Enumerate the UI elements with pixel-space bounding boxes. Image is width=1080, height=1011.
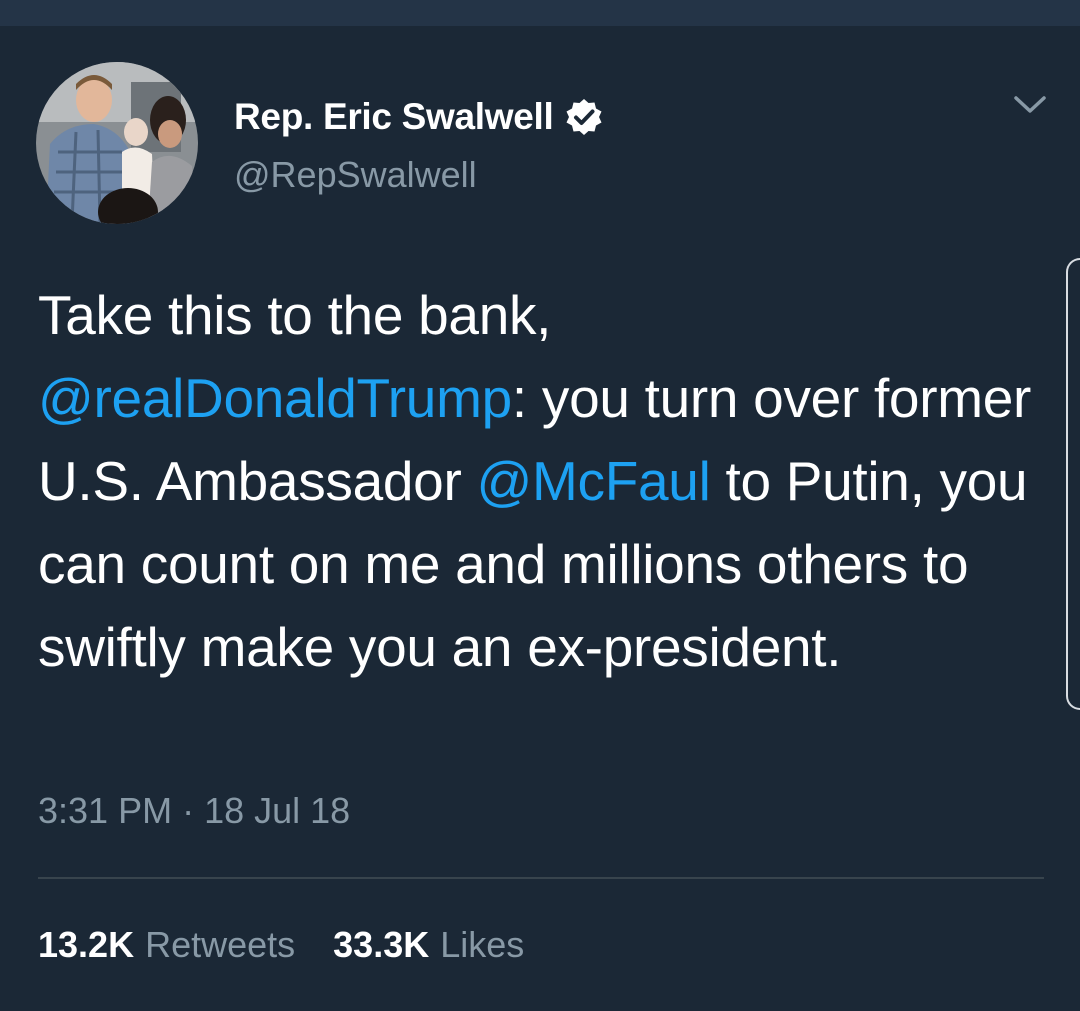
- tweet-stats: 13.2K Retweets 33.3K Likes: [38, 924, 524, 966]
- likes-count: 33.3K: [333, 924, 430, 965]
- retweets-count: 13.2K: [38, 924, 135, 965]
- author-handle[interactable]: @RepSwalwell: [234, 154, 477, 196]
- status-bar: [0, 0, 1080, 26]
- avatar[interactable]: [36, 62, 198, 224]
- likes-label: Likes: [440, 924, 525, 965]
- author-display-name[interactable]: Rep. Eric Swalwell: [234, 96, 554, 138]
- edge-panel-handle[interactable]: [1066, 258, 1080, 710]
- retweets-label: Retweets: [145, 924, 296, 965]
- chevron-down-icon[interactable]: [1008, 88, 1052, 122]
- timestamp-separator: ·: [182, 790, 195, 831]
- tweet-time: 3:31 PM: [38, 790, 173, 831]
- mention-link[interactable]: @McFaul: [476, 450, 710, 512]
- tweet-detail: Rep. Eric Swalwell @RepSwalwell Take thi…: [0, 26, 1080, 1011]
- tweet-text: Take this to the bank, @realDonaldTrump:…: [38, 274, 1048, 689]
- author-name-row[interactable]: Rep. Eric Swalwell: [234, 94, 604, 140]
- tweet-text-segment: Take this to the bank,: [38, 284, 552, 346]
- tweet-date: 18 Jul 18: [204, 790, 351, 831]
- retweets-stat[interactable]: 13.2K Retweets: [38, 924, 295, 966]
- likes-stat[interactable]: 33.3K Likes: [333, 924, 524, 966]
- divider: [38, 877, 1044, 879]
- verified-badge-icon: [564, 97, 604, 137]
- mention-link[interactable]: @realDonaldTrump: [38, 367, 512, 429]
- tweet-timestamp: 3:31 PM · 18 Jul 18: [38, 790, 350, 832]
